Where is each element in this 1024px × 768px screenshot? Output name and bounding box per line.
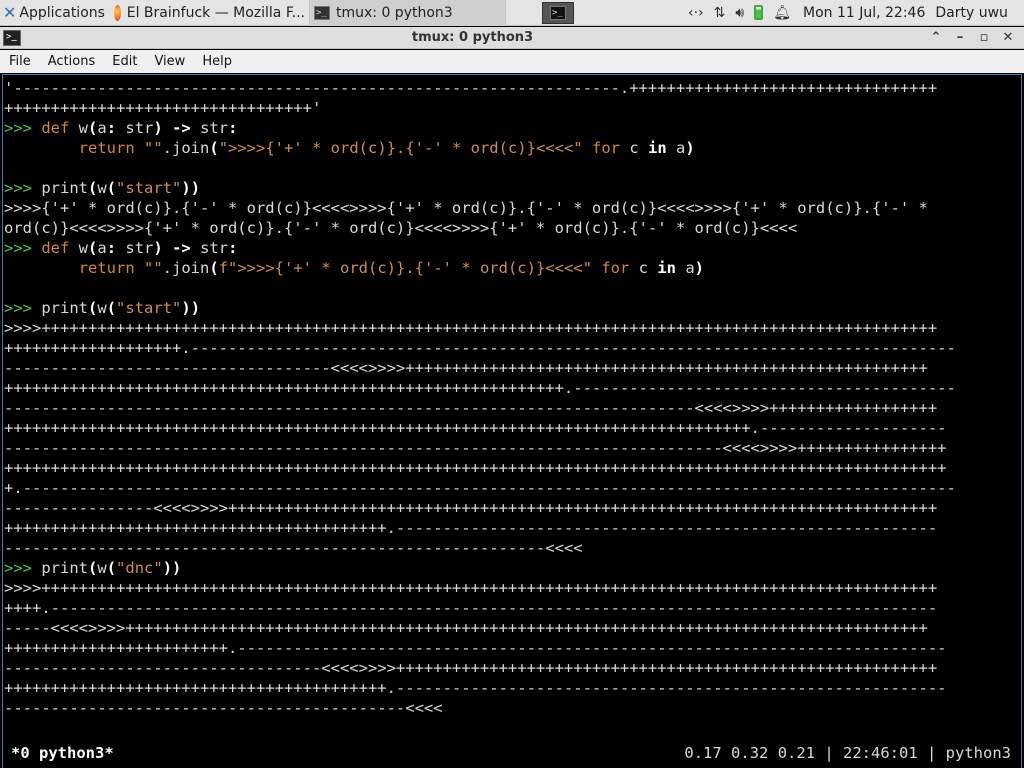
terminal-line: >>> print(w("start")) [4,179,201,197]
window-controls: ⌃ – ▫ ✕ [924,30,1020,45]
terminal-line: >>> print(w("dnc")) [4,559,182,577]
clock[interactable]: Mon 11 Jul, 22:46 [797,0,931,26]
window-titlebar[interactable]: >_ tmux: 0 python3 ⌃ – ▫ ✕ [0,27,1024,49]
tmux-status-bar: *0 python3* 0.17 0.32 0.21 | 22:46:01 | … [3,742,1019,764]
user-menu[interactable]: Darty uwu [931,0,1008,26]
volume-icon[interactable]: 🔊︎ [735,5,744,21]
menu-view[interactable]: View [145,54,193,69]
tmux-window-list[interactable]: *0 python3* [3,743,114,763]
terminal-line: return "".join(f">>>>{'+' * ord(c)}.{'-'… [78,259,704,277]
terminal-line: ----------------------------------------… [4,539,583,557]
terminal-line: ----------------------------------------… [4,699,443,717]
applications-label: Applications [19,4,105,21]
network-arrows-icon[interactable]: ⇅ [714,5,726,21]
terminal-line: -----<<<<>>>>+++++++++++++++++++++++++++… [4,619,928,637]
maximize-button[interactable]: ▫ [972,30,996,45]
terminal-line: return "".join(">>>>{'+' * ord(c)}.{'-' … [78,139,695,157]
terminal-line: +++++++++++++++++++.--------------------… [4,339,956,357]
terminal-icon[interactable]: >_ [3,29,21,46]
terminal-line: +.--------------------------------------… [4,479,956,497]
minimize-button[interactable]: – [948,30,972,45]
terminal-area[interactable]: '---------------------------------------… [2,74,1022,768]
terminal-icon: >_ [314,5,330,20]
menu-file[interactable]: File [0,54,39,69]
terminal-line: ++++++++++++++++++++++++++++++++++++++++… [4,459,947,477]
battery-icon[interactable] [754,5,764,20]
terminal-line: ----------------------------------------… [4,439,947,457]
terminal-line: ++++++++++++++++++++++++.---------------… [4,639,947,657]
shade-button[interactable]: ⌃ [924,30,948,45]
terminal-line: >>> print(w("start")) [4,299,201,317]
taskbar-item-label: tmux: 0 python3 [336,4,453,21]
taskbar-item-tmux[interactable]: >_ tmux: 0 python3 [310,0,506,26]
terminal-line: >>>>{'+' * ord(c)}.{'-' * ord(c)}<<<<>>>… [4,199,928,217]
window-title: tmux: 0 python3 [411,30,534,45]
terminal-line: +++++++++++++++++++++++++++++++++' [4,99,322,117]
terminal-line: -----------------------------------<<<<>… [4,359,928,377]
terminal-icon: >_ [550,5,566,20]
xfce-mouse-icon: ✕ [3,3,17,22]
terminal-line: >>> def w(a: str) -> str: [4,239,238,257]
terminal-line: ++++++++++++++++++++++++++++++++++++++++… [4,679,947,697]
terminal-line: >>>>++++++++++++++++++++++++++++++++++++… [4,579,938,597]
firefox-icon [114,4,121,21]
menubar: File Actions Edit View Help [0,50,1024,73]
terminal-line: '---------------------------------------… [4,79,938,97]
terminal-line: >>> def w(a: str) -> str: [4,119,238,137]
top-panel: ✕ Applications ⋮ El Brainfuck — Mozilla … [0,0,1024,26]
menu-edit[interactable]: Edit [103,54,145,69]
terminal-line: >>>>++++++++++++++++++++++++++++++++++++… [4,319,938,337]
terminal-line: ++++++++++++++++++++++++++++++++++++++++… [4,419,947,437]
terminal-line: ----------------------------------<<<<>>… [4,659,938,677]
taskbar-item-label: El Brainfuck — Mozilla F... [126,4,305,21]
applications-menu-button[interactable]: ✕ Applications ⋮ [0,0,110,26]
taskbar-item-firefox[interactable]: El Brainfuck — Mozilla F... [110,0,310,26]
terminal-line: ----------------------------------------… [4,399,938,417]
close-button[interactable]: ✕ [996,30,1020,45]
terminal-line: ++++.-----------------------------------… [4,599,938,617]
terminal-output[interactable]: '---------------------------------------… [4,78,1020,718]
code-icon[interactable]: ‹·› [688,5,704,21]
terminal-line: ++++++++++++++++++++++++++++++++++++++++… [4,379,956,397]
notification-bell-icon[interactable]: 🔔︎ [773,5,791,21]
menu-actions[interactable]: Actions [39,54,104,69]
tmux-status-info: 0.17 0.32 0.21 | 22:46:01 | python3 [684,744,1011,762]
system-tray: ‹·› ⇅ 🔊︎ 🔔︎ [682,0,797,26]
terminal-line: ----------------<<<<>>>>++++++++++++++++… [4,499,938,517]
menu-help[interactable]: Help [193,54,240,69]
terminal-line: ord(c)}<<<<>>>>{'+' * ord(c)}.{'-' * ord… [4,219,798,237]
workspace-button[interactable]: >_ [542,1,574,24]
terminal-line: ++++++++++++++++++++++++++++++++++++++++… [4,519,938,537]
